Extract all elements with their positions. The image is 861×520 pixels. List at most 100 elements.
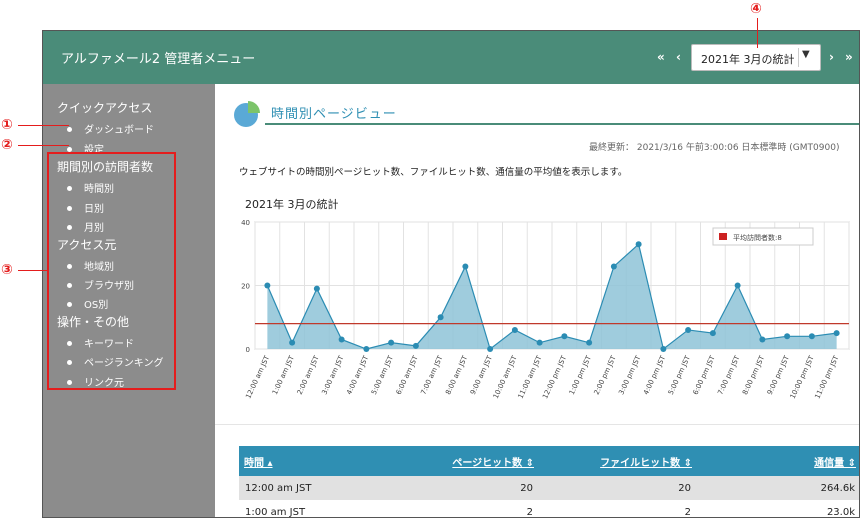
cell-traffic: 264.6k	[697, 476, 859, 500]
x-tick-label: 1:00 am JST	[271, 354, 296, 396]
month-select[interactable]: 2021年 3月の統計 ▼	[691, 44, 821, 71]
x-tick-label: 2:00 am JST	[296, 354, 321, 396]
last-month-button[interactable]: »	[845, 50, 853, 64]
last-updated: 最終更新： 2021/3/16 午前3:00:06 日本標準時 (GMT0900…	[589, 143, 840, 153]
cell-time: 1:00 am JST	[239, 500, 394, 517]
y-tick-label: 20	[241, 283, 250, 291]
data-point	[759, 336, 766, 343]
callout-2: ②	[1, 137, 13, 153]
data-point	[734, 282, 741, 289]
data-point	[833, 330, 840, 337]
pie-chart-icon	[234, 101, 260, 127]
x-tick-label: 2:00 pm JST	[593, 354, 618, 396]
column-header-time[interactable]: 時間 ▴	[239, 446, 394, 476]
cell-page-hits: 2	[394, 500, 539, 517]
bullet-icon	[67, 126, 72, 132]
data-point	[635, 241, 642, 248]
callout-3-line	[18, 270, 47, 271]
data-point	[313, 285, 320, 292]
x-tick-label: 4:00 am JST	[345, 354, 370, 396]
x-tick-label: 10:00 am JST	[492, 354, 519, 400]
x-tick-label: 8:00 pm JST	[741, 354, 766, 396]
data-point	[784, 333, 791, 340]
x-tick-label: 8:00 am JST	[444, 354, 469, 396]
hourly-table: 時間 ▴ ページヒット数 ⇕ ファイルヒット数 ⇕ 通信量 ⇕ 12:00 am…	[239, 446, 859, 517]
cell-file-hits: 20	[539, 476, 697, 500]
data-point	[709, 330, 716, 337]
data-point	[536, 339, 543, 346]
data-point	[388, 339, 395, 346]
x-tick-label: 12:00 pm JST	[541, 354, 568, 400]
data-point	[808, 333, 815, 340]
x-tick-label: 10:00 pm JST	[789, 354, 816, 400]
data-point	[586, 339, 593, 346]
table-row: 1:00 am JST 2 2 23.0k	[239, 500, 859, 517]
bullet-icon	[67, 146, 72, 152]
x-tick-label: 11:00 am JST	[517, 354, 544, 400]
table-header-row: 時間 ▴ ページヒット数 ⇕ ファイルヒット数 ⇕ 通信量 ⇕	[239, 446, 859, 476]
y-tick-label: 40	[241, 219, 250, 227]
x-tick-label: 6:00 pm JST	[692, 354, 717, 396]
cell-page-hits: 20	[394, 476, 539, 500]
x-tick-label: 11:00 pm JST	[813, 354, 840, 400]
x-tick-label: 7:00 am JST	[419, 354, 444, 396]
page-description: ウェブサイトの時間別ページヒット数、ファイルヒット数、通信量の平均値を表示します…	[239, 167, 628, 178]
data-point	[462, 263, 469, 270]
hourly-pageview-chart: 0204012:00 am JST 1:00 am JST 2:00 am JST 3…	[241, 219, 850, 400]
column-header-traffic[interactable]: 通信量 ⇕	[697, 446, 859, 476]
cell-traffic: 23.0k	[697, 500, 859, 517]
x-tick-label: 4:00 pm JST	[642, 354, 667, 396]
x-tick-label: 9:00 am JST	[469, 354, 494, 396]
x-tick-label: 6:00 am JST	[395, 354, 420, 396]
x-tick-label: 3:00 am JST	[320, 354, 345, 396]
y-tick-label: 0	[246, 346, 250, 354]
callout-4-line	[757, 18, 758, 48]
data-point	[660, 346, 667, 352]
x-tick-label: 1:00 pm JST	[568, 354, 593, 396]
callout-4: ④	[750, 1, 762, 17]
data-point	[511, 326, 518, 333]
x-tick-label: 9:00 pm JST	[766, 354, 791, 396]
data-point	[363, 346, 370, 352]
cell-time: 12:00 am JST	[239, 476, 394, 500]
data-point	[685, 326, 692, 333]
title-underline	[265, 123, 859, 125]
month-select-value: 2021年 3月の統計	[701, 53, 795, 66]
legend-label: 平均訪問者数:8	[733, 233, 782, 242]
next-month-button[interactable]: ›	[829, 50, 834, 64]
first-month-button[interactable]: «	[657, 50, 665, 64]
data-point	[561, 333, 568, 340]
main-content: 時間別ページビュー 最終更新： 2021/3/16 午前3:00:06 日本標準…	[215, 84, 859, 517]
data-point	[264, 282, 271, 289]
x-tick-label: 5:00 pm JST	[667, 354, 692, 396]
x-tick-label: 7:00 pm JST	[716, 354, 741, 396]
page-title: 時間別ページビュー	[271, 107, 397, 122]
callout-2-line	[18, 145, 69, 146]
app-title: アルファメール2 管理者メニュー	[61, 52, 256, 67]
legend-swatch	[719, 233, 727, 240]
data-point	[487, 346, 494, 352]
table-row: 12:00 am JST 20 20 264.6k	[239, 476, 859, 500]
callout-1: ①	[1, 117, 13, 133]
prev-month-button[interactable]: ‹	[676, 50, 681, 64]
data-point	[437, 314, 444, 321]
sidebar-item-dashboard[interactable]: ダッシュボード	[67, 121, 154, 136]
chevron-down-icon[interactable]: ▼	[802, 49, 810, 60]
column-header-page-hits[interactable]: ページヒット数 ⇕	[394, 446, 539, 476]
x-tick-label: 5:00 am JST	[370, 354, 395, 396]
sidebar-highlight-box	[47, 152, 176, 390]
data-point	[412, 342, 419, 349]
callout-1-line	[18, 125, 69, 126]
select-divider	[798, 48, 799, 67]
sidebar-section-quick-access: クイックアクセス	[57, 101, 153, 115]
data-point	[338, 336, 345, 343]
section-divider	[215, 424, 859, 425]
callout-3: ③	[1, 262, 13, 278]
data-point	[610, 263, 617, 270]
header-bar: アルファメール2 管理者メニュー « ‹ 2021年 3月の統計 ▼ › »	[43, 31, 859, 84]
x-tick-label: 3:00 pm JST	[617, 354, 642, 396]
sidebar-item-label: ダッシュボード	[84, 125, 154, 136]
column-header-file-hits[interactable]: ファイルヒット数 ⇕	[539, 446, 697, 476]
x-tick-label: 12:00 am JST	[244, 354, 271, 400]
cell-file-hits: 2	[539, 500, 697, 517]
